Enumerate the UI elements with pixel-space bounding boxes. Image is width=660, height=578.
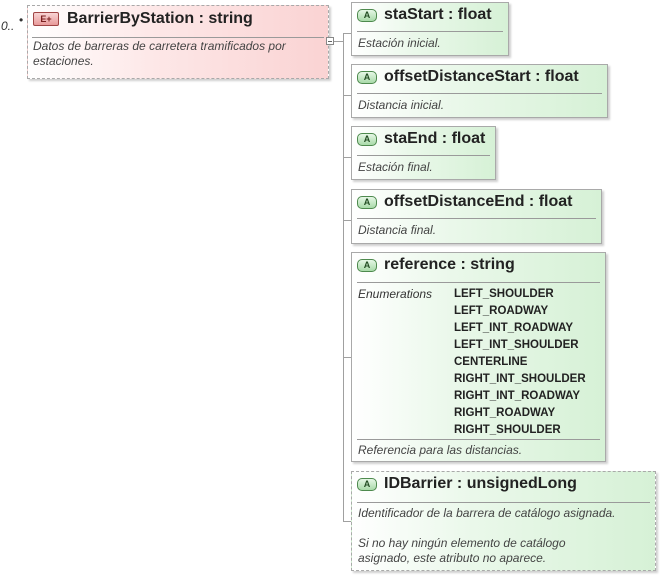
connector-branch	[343, 157, 351, 158]
attribute-title: offsetDistanceStart : float	[384, 68, 579, 85]
connector-branch	[343, 95, 351, 96]
expand-collapse-icon[interactable]	[326, 37, 334, 45]
attribute-description: Referencia para las distancias.	[358, 443, 523, 457]
connector-branch	[343, 521, 351, 522]
attribute-description: Distancia inicial.	[358, 98, 445, 112]
enumeration-value: LEFT_ROADWAY	[454, 305, 549, 317]
attribute-title: IDBarrier : unsignedLong	[384, 475, 577, 492]
element-divider	[32, 37, 324, 38]
multiplicity-marker: •	[19, 13, 24, 27]
attribute-icon: A	[357, 71, 377, 84]
enumeration-value: LEFT_INT_SHOULDER	[454, 339, 579, 351]
attribute-description: Estación final.	[358, 160, 433, 174]
element-description: Datos de barreras de carretera tramifica…	[33, 39, 286, 68]
attribute-description: Distancia final.	[358, 223, 437, 237]
enumeration-value: RIGHT_INT_SHOULDER	[454, 373, 586, 385]
attribute-icon: A	[357, 478, 377, 491]
attribute-description-note: Si no hay ningún elemento de catálogo as…	[358, 536, 566, 565]
attribute-icon: A	[357, 196, 377, 209]
attribute-title: reference : string	[384, 256, 515, 273]
enumeration-value: RIGHT_INT_ROADWAY	[454, 390, 581, 402]
attribute-id-barrier[interactable]: A IDBarrier : unsignedLong Identificador…	[351, 471, 656, 571]
attribute-offset-distance-start[interactable]: A offsetDistanceStart : float Distancia …	[351, 64, 608, 118]
attribute-divider	[357, 31, 503, 32]
attribute-divider	[357, 218, 596, 219]
attribute-icon: A	[357, 259, 377, 272]
element-icon: E+	[33, 12, 59, 26]
attribute-divider	[357, 439, 600, 440]
attribute-sta-end[interactable]: A staEnd : float Estación final.	[351, 126, 496, 180]
attribute-title: staStart : float	[384, 6, 492, 23]
attribute-reference[interactable]: A reference : string Enumerations LEFT_S…	[351, 252, 606, 462]
enumeration-value: RIGHT_SHOULDER	[454, 424, 561, 436]
element-title: BarrierByStation : string	[67, 10, 253, 27]
attribute-icon: A	[357, 133, 377, 146]
enumerations-label: Enumerations	[358, 287, 433, 301]
attribute-description: Estación inicial.	[358, 36, 441, 50]
multiplicity-label: 0..	[1, 19, 15, 33]
attribute-description: Identificador de la barrera de catálogo …	[358, 506, 616, 520]
attribute-offset-distance-end[interactable]: A offsetDistanceEnd : float Distancia fi…	[351, 189, 602, 244]
connector-branch	[343, 33, 351, 34]
attribute-divider	[357, 93, 602, 94]
attribute-divider	[357, 282, 600, 283]
attribute-divider	[357, 155, 490, 156]
attribute-icon: A	[357, 9, 377, 22]
enumeration-value: LEFT_SHOULDER	[454, 288, 554, 300]
attribute-title: offsetDistanceEnd : float	[384, 193, 573, 210]
enumerations-list: LEFT_SHOULDER LEFT_ROADWAY LEFT_INT_ROAD…	[454, 286, 586, 439]
enumeration-value: RIGHT_ROADWAY	[454, 407, 556, 419]
attribute-sta-start[interactable]: A staStart : float Estación inicial.	[351, 2, 509, 56]
enumeration-value: CENTERLINE	[454, 356, 528, 368]
connector-branch	[343, 357, 351, 358]
attribute-divider	[357, 502, 650, 503]
attribute-title: staEnd : float	[384, 130, 486, 147]
element-barrier-by-station[interactable]: E+ BarrierByStation : string Datos de ba…	[27, 5, 329, 79]
connector-branch	[343, 220, 351, 221]
enumeration-value: LEFT_INT_ROADWAY	[454, 322, 574, 334]
connector-trunk	[343, 33, 344, 522]
